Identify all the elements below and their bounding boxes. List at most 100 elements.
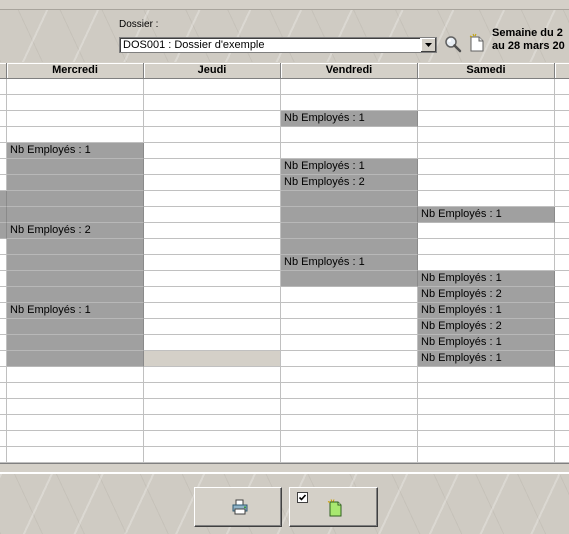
schedule-slot[interactable] <box>555 399 569 415</box>
schedule-slot[interactable] <box>144 319 281 335</box>
schedule-slot[interactable] <box>555 351 569 367</box>
schedule-slot[interactable] <box>418 447 555 463</box>
schedule-slot[interactable] <box>555 79 569 95</box>
schedule-slot[interactable] <box>555 175 569 191</box>
schedule-slot[interactable] <box>418 127 555 143</box>
chevron-down-icon[interactable] <box>420 38 436 52</box>
schedule-slot[interactable] <box>0 415 7 431</box>
schedule-slot[interactable] <box>418 255 555 271</box>
schedule-slot[interactable] <box>144 399 281 415</box>
option-checkbox[interactable] <box>297 492 308 503</box>
schedule-slot[interactable] <box>555 367 569 383</box>
schedule-slot[interactable] <box>418 191 555 207</box>
schedule-slot[interactable] <box>281 399 418 415</box>
schedule-slot-label[interactable]: Nb Employés : 2 <box>418 319 555 335</box>
schedule-slot[interactable] <box>0 271 7 287</box>
schedule-slot[interactable] <box>0 303 7 319</box>
schedule-slot[interactable] <box>144 79 281 95</box>
schedule-slot[interactable] <box>144 271 281 287</box>
schedule-slot[interactable] <box>144 223 281 239</box>
dossier-select[interactable]: DOS001 : Dossier d'exemple <box>119 37 437 53</box>
schedule-slot[interactable] <box>555 319 569 335</box>
schedule-slot[interactable] <box>555 335 569 351</box>
schedule-slot[interactable] <box>555 287 569 303</box>
schedule-slot[interactable] <box>7 191 144 207</box>
schedule-slot[interactable] <box>281 95 418 111</box>
schedule-slot[interactable] <box>418 223 555 239</box>
schedule-slot[interactable] <box>555 111 569 127</box>
schedule-slot[interactable] <box>418 159 555 175</box>
schedule-slot[interactable] <box>7 287 144 303</box>
schedule-slot[interactable] <box>0 351 7 367</box>
schedule-slot-label[interactable]: Nb Employés : 1 <box>7 303 144 319</box>
schedule-slot[interactable] <box>144 127 281 143</box>
schedule-slot[interactable] <box>281 367 418 383</box>
schedule-slot-label[interactable]: Nb Employés : 1 <box>281 159 418 175</box>
schedule-slot[interactable] <box>144 255 281 271</box>
schedule-slot-label[interactable]: Nb Employés : 1 <box>418 335 555 351</box>
schedule-slot[interactable] <box>0 111 7 127</box>
schedule-slot[interactable] <box>0 431 7 447</box>
schedule-slot-label[interactable]: Nb Employés : 1 <box>418 207 555 223</box>
schedule-slot-label[interactable]: Nb Employés : 1 <box>281 255 418 271</box>
schedule-slot-label[interactable]: Nb Employés : 2 <box>418 287 555 303</box>
schedule-slot[interactable] <box>7 351 144 367</box>
schedule-slot[interactable] <box>418 415 555 431</box>
schedule-slot[interactable] <box>144 207 281 223</box>
schedule-slot[interactable] <box>144 367 281 383</box>
schedule-slot[interactable] <box>0 191 7 207</box>
schedule-slot-label[interactable]: Nb Employés : 1 <box>418 351 555 367</box>
schedule-slot[interactable] <box>281 287 418 303</box>
schedule-slot[interactable] <box>281 127 418 143</box>
schedule-slot[interactable] <box>144 159 281 175</box>
schedule-slot[interactable] <box>0 207 7 223</box>
schedule-slot[interactable] <box>7 79 144 95</box>
schedule-slot[interactable] <box>418 79 555 95</box>
schedule-slot[interactable] <box>144 287 281 303</box>
schedule-slot[interactable] <box>144 447 281 463</box>
schedule-slot[interactable] <box>281 303 418 319</box>
schedule-slot[interactable] <box>144 239 281 255</box>
schedule-slot[interactable] <box>281 271 418 287</box>
schedule-slot[interactable] <box>0 79 7 95</box>
schedule-slot[interactable] <box>7 175 144 191</box>
schedule-slot-label[interactable]: Nb Employés : 2 <box>7 223 144 239</box>
schedule-slot[interactable] <box>555 239 569 255</box>
schedule-slot[interactable] <box>0 127 7 143</box>
schedule-slot[interactable] <box>555 383 569 399</box>
schedule-slot[interactable] <box>7 335 144 351</box>
schedule-slot[interactable] <box>144 95 281 111</box>
print-button[interactable] <box>194 487 282 527</box>
schedule-slot-label[interactable]: Nb Employés : 2 <box>281 175 418 191</box>
schedule-slot[interactable] <box>7 383 144 399</box>
schedule-slot[interactable] <box>7 367 144 383</box>
schedule-slot[interactable] <box>281 351 418 367</box>
schedule-slot[interactable] <box>144 431 281 447</box>
schedule-slot[interactable] <box>144 335 281 351</box>
schedule-slot-label[interactable]: Nb Employés : 1 <box>281 111 418 127</box>
schedule-slot[interactable] <box>7 319 144 335</box>
schedule-slot[interactable] <box>7 207 144 223</box>
schedule-slot[interactable] <box>7 239 144 255</box>
schedule-slot[interactable] <box>281 207 418 223</box>
schedule-slot[interactable] <box>0 159 7 175</box>
schedule-slot[interactable] <box>555 95 569 111</box>
schedule-slot[interactable] <box>7 271 144 287</box>
new-page-icon[interactable] <box>468 33 486 53</box>
schedule-slot[interactable] <box>144 111 281 127</box>
schedule-slot[interactable] <box>555 159 569 175</box>
schedule-grid[interactable]: Mercredi Jeudi Vendredi Samedi Nb Employés … <box>0 63 569 463</box>
schedule-slot[interactable] <box>0 335 7 351</box>
schedule-slot[interactable] <box>281 431 418 447</box>
schedule-slot[interactable] <box>555 447 569 463</box>
schedule-slot[interactable] <box>555 223 569 239</box>
schedule-slot[interactable] <box>7 127 144 143</box>
schedule-slot[interactable] <box>418 383 555 399</box>
schedule-slot[interactable] <box>7 399 144 415</box>
new-document-button[interactable] <box>289 487 378 527</box>
schedule-slot[interactable] <box>144 303 281 319</box>
schedule-slot-label[interactable]: Nb Employés : 1 <box>418 303 555 319</box>
schedule-slot[interactable] <box>0 383 7 399</box>
schedule-slot[interactable] <box>144 143 281 159</box>
schedule-slot[interactable] <box>281 383 418 399</box>
